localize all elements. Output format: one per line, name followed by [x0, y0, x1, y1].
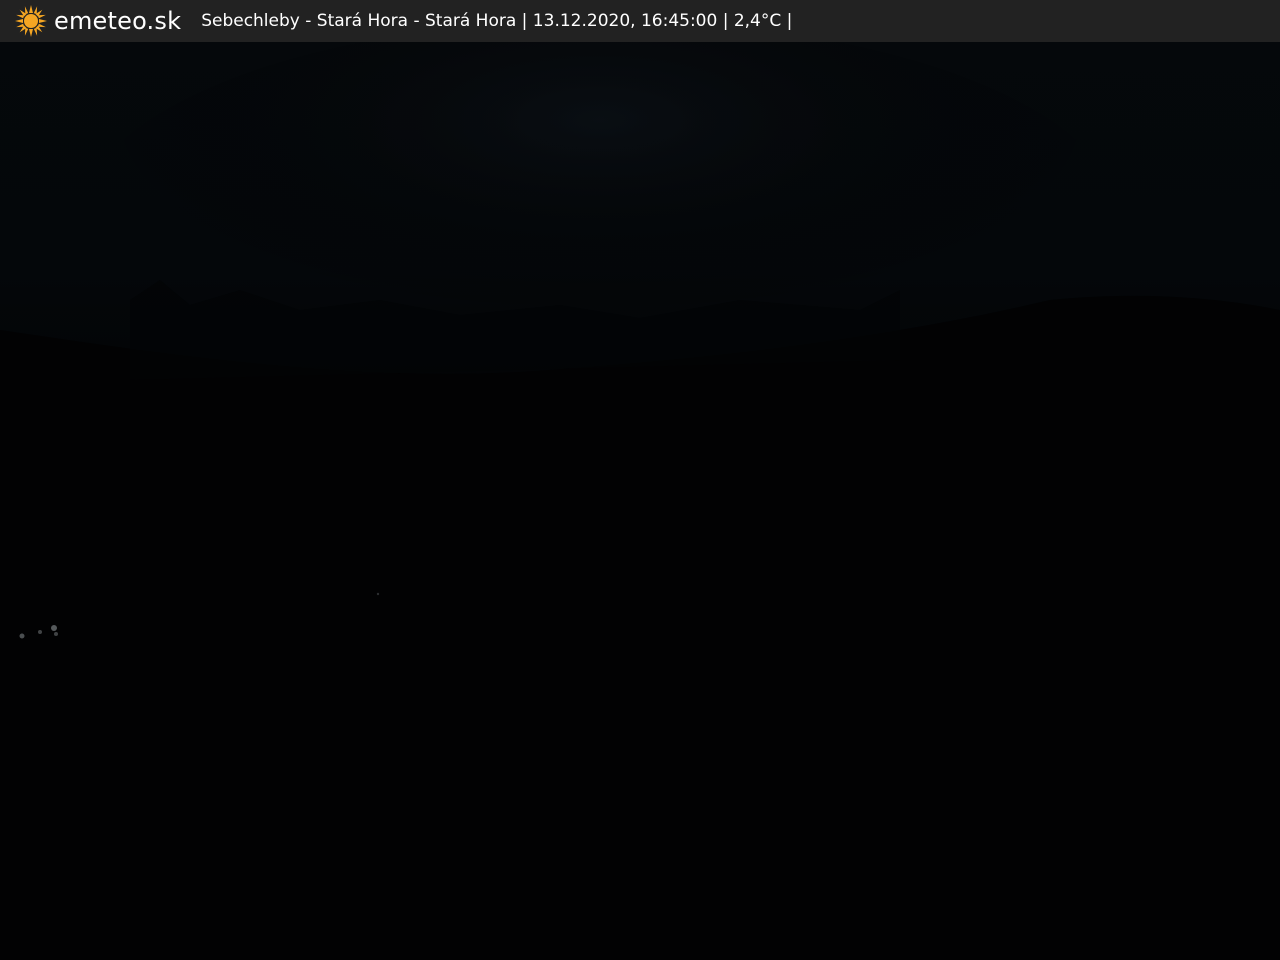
webcam-caption: Sebechleby - Stará Hora - Stará Hora | 1…: [201, 11, 793, 31]
emeteo-logo[interactable]: emeteo.sk: [14, 0, 181, 42]
webcam-frame: emeteo.sk Sebechleby - Stará Hora - Star…: [0, 0, 1280, 960]
info-overlay-bar: emeteo.sk Sebechleby - Stará Hora - Star…: [0, 0, 1280, 42]
webcam-image: [0, 0, 1280, 960]
hill-silhouette: [0, 295, 1280, 960]
brand-name: emeteo.sk: [54, 7, 182, 35]
sun-icon: [15, 5, 47, 37]
